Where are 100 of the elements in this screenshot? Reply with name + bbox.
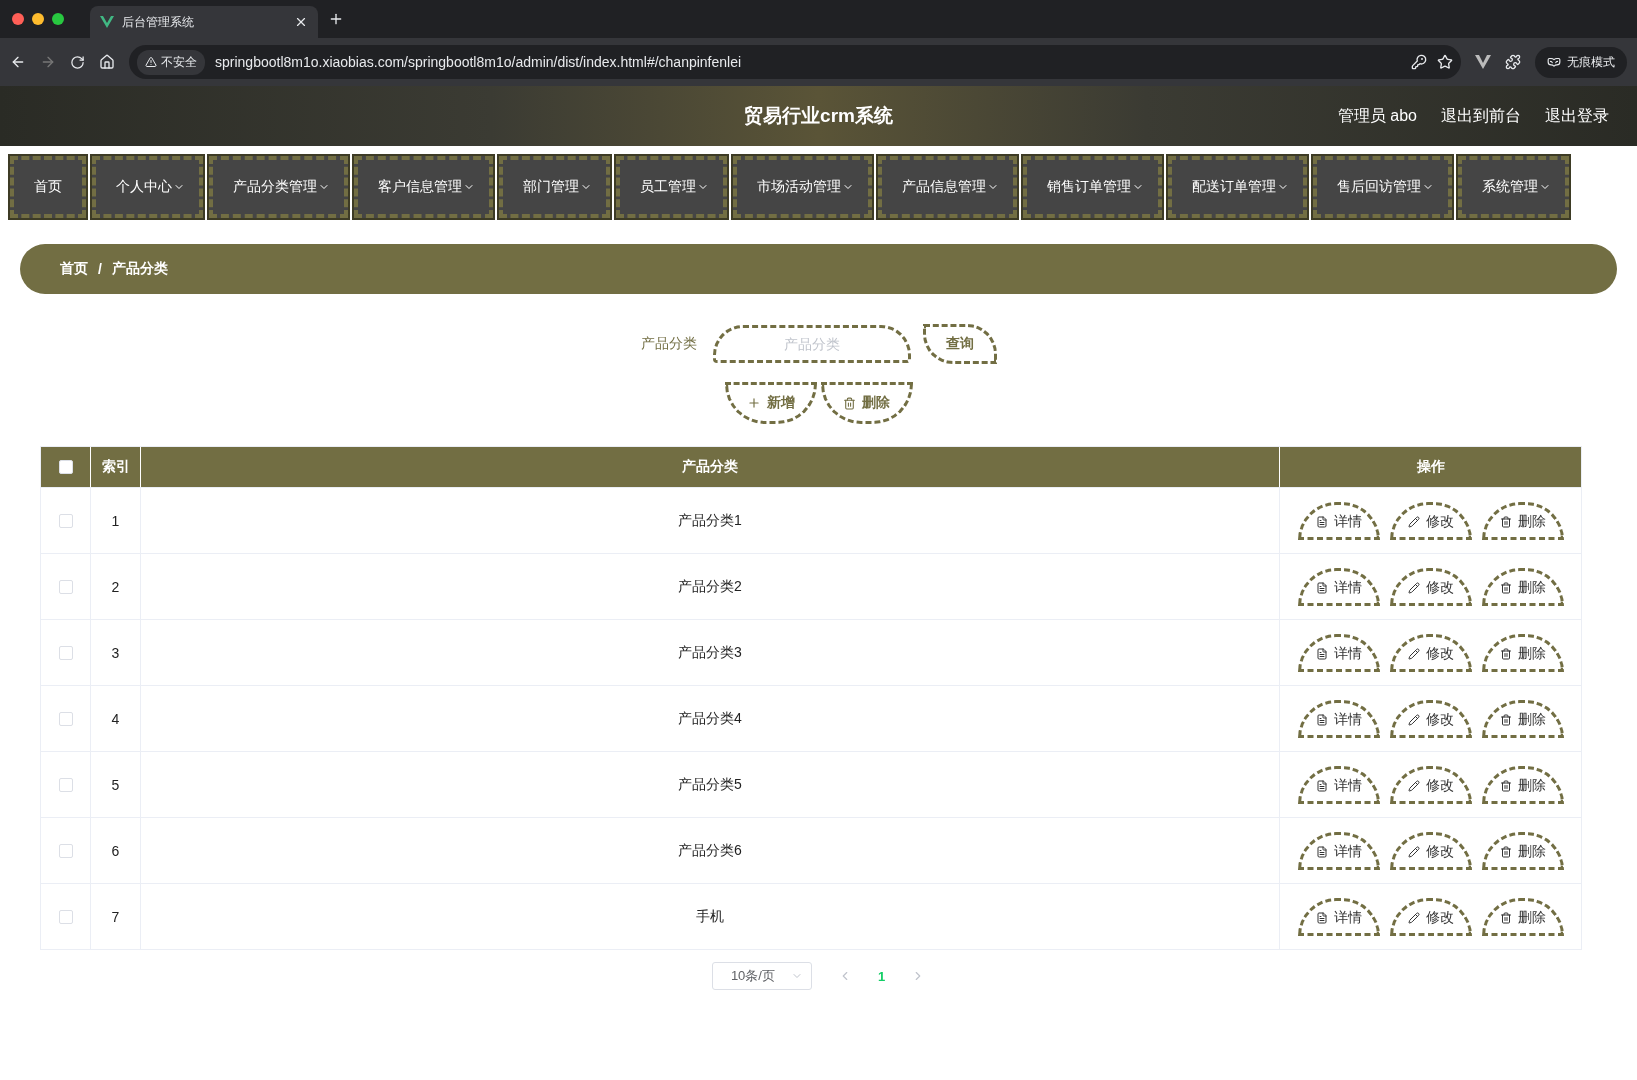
plus-icon bbox=[746, 396, 761, 410]
table-cell: 7 bbox=[91, 884, 141, 949]
row-checkbox[interactable] bbox=[58, 579, 73, 594]
pencil-icon bbox=[1407, 648, 1420, 660]
page-size-select[interactable]: 10条/页 bbox=[711, 962, 812, 990]
pencil-icon bbox=[1407, 582, 1420, 594]
trash-icon bbox=[1499, 516, 1512, 528]
document-icon bbox=[1315, 846, 1328, 858]
nav-menu-item[interactable]: 客户信息管理 bbox=[354, 156, 493, 218]
document-icon bbox=[1315, 780, 1328, 792]
row-action-button[interactable]: 详情 bbox=[1297, 567, 1380, 606]
row-action-button[interactable]: 详情 bbox=[1297, 765, 1380, 804]
trash-icon bbox=[1499, 912, 1512, 924]
add-button[interactable]: 新增 bbox=[724, 382, 817, 424]
star-icon[interactable] bbox=[1437, 54, 1453, 70]
row-action-button[interactable]: 详情 bbox=[1297, 699, 1380, 738]
trash-icon bbox=[1499, 582, 1512, 594]
nav-menu-item[interactable]: 销售订单管理 bbox=[1023, 156, 1162, 218]
row-action-button[interactable]: 修改 bbox=[1389, 699, 1472, 738]
document-icon bbox=[1315, 516, 1328, 528]
trash-icon bbox=[843, 396, 856, 410]
breadcrumb-separator: / bbox=[98, 261, 102, 277]
nav-menu-item[interactable]: 个人中心 bbox=[92, 156, 203, 218]
header-link[interactable]: 管理员 abo bbox=[1337, 105, 1417, 127]
row-checkbox[interactable] bbox=[58, 777, 73, 792]
row-checkbox[interactable] bbox=[58, 645, 73, 660]
header-link[interactable]: 退出登录 bbox=[1545, 105, 1609, 127]
row-action-button[interactable]: 修改 bbox=[1389, 831, 1472, 870]
maximize-window-icon[interactable] bbox=[52, 13, 64, 25]
profile-button[interactable]: 无痕模式 bbox=[1535, 46, 1627, 78]
search-button[interactable]: 查询 bbox=[922, 324, 997, 364]
address-bar[interactable]: 不安全 springbootl8m1o.xiaobias.com/springbootl8m1o/admin/dist/index.html#/chanpinfenlei bbox=[129, 45, 1461, 79]
nav-menu-item[interactable]: 市场活动管理 bbox=[733, 156, 872, 218]
v-logo-icon bbox=[100, 16, 114, 28]
minimize-window-icon[interactable] bbox=[32, 13, 44, 25]
nav-menu-item[interactable]: 售后回访管理 bbox=[1313, 156, 1452, 218]
warning-icon bbox=[145, 56, 157, 68]
row-action-button[interactable]: 删除 bbox=[1481, 699, 1564, 738]
row-action-button[interactable]: 删除 bbox=[1481, 897, 1564, 936]
back-icon[interactable] bbox=[10, 54, 26, 70]
document-icon bbox=[1315, 582, 1328, 594]
document-icon bbox=[1315, 912, 1328, 924]
pencil-icon bbox=[1407, 912, 1420, 924]
row-action-button[interactable]: 删除 bbox=[1481, 567, 1564, 606]
row-action-button[interactable]: 修改 bbox=[1389, 765, 1472, 804]
nav-menu-item[interactable]: 员工管理 bbox=[616, 156, 727, 218]
browser-tab[interactable]: 后台管理系统 bbox=[90, 6, 318, 38]
nav-menu-item[interactable]: 系统管理 bbox=[1458, 156, 1569, 218]
document-icon bbox=[1315, 714, 1328, 726]
row-action-button[interactable]: 删除 bbox=[1481, 765, 1564, 804]
nav-menu-item[interactable]: 配送订单管理 bbox=[1168, 156, 1307, 218]
pencil-icon bbox=[1407, 780, 1420, 792]
security-badge[interactable]: 不安全 bbox=[137, 49, 205, 75]
home-icon[interactable] bbox=[99, 54, 115, 70]
new-tab-icon[interactable] bbox=[328, 11, 344, 27]
row-action-button[interactable]: 修改 bbox=[1389, 897, 1472, 936]
document-icon bbox=[1315, 648, 1328, 660]
trash-icon bbox=[1499, 714, 1512, 726]
pencil-icon bbox=[1407, 714, 1420, 726]
row-action-button[interactable]: 修改 bbox=[1389, 501, 1472, 540]
trash-icon bbox=[1499, 846, 1512, 858]
nav-menu-item[interactable]: 首页 bbox=[10, 156, 86, 218]
pencil-icon bbox=[1407, 846, 1420, 858]
mask-icon bbox=[1547, 55, 1561, 69]
trash-icon bbox=[1499, 648, 1512, 660]
close-tab-icon[interactable] bbox=[294, 15, 308, 29]
site-title: 贸易行业crm系统 bbox=[744, 104, 893, 128]
row-action-button[interactable]: 详情 bbox=[1297, 831, 1380, 870]
breadcrumb-item: 产品分类 bbox=[111, 260, 168, 278]
breadcrumb-item[interactable]: 首页 bbox=[60, 260, 88, 278]
row-checkbox[interactable] bbox=[58, 513, 73, 528]
table-cell: 手机 bbox=[141, 884, 1280, 949]
select-all-checkbox[interactable] bbox=[58, 460, 73, 474]
row-action-button[interactable]: 修改 bbox=[1389, 567, 1472, 606]
row-checkbox[interactable] bbox=[58, 909, 73, 924]
close-window-icon[interactable] bbox=[12, 13, 24, 25]
search-field[interactable]: 产品分类 bbox=[712, 325, 911, 363]
row-action-button[interactable]: 删除 bbox=[1481, 633, 1564, 672]
header-link[interactable]: 退出到前台 bbox=[1441, 105, 1521, 127]
row-action-button[interactable]: 删除 bbox=[1481, 501, 1564, 540]
trash-icon bbox=[1499, 780, 1512, 792]
nav-menu-item[interactable]: 产品分类管理 bbox=[209, 156, 348, 218]
reload-icon[interactable] bbox=[70, 54, 85, 70]
pencil-icon bbox=[1407, 516, 1420, 528]
nav-menu-item[interactable]: 部门管理 bbox=[499, 156, 610, 218]
row-checkbox[interactable] bbox=[58, 843, 73, 858]
search-label: 产品分类 bbox=[640, 335, 697, 353]
row-checkbox[interactable] bbox=[58, 711, 73, 726]
column-header: 操作 bbox=[1415, 457, 1446, 476]
row-action-button[interactable]: 修改 bbox=[1389, 633, 1472, 672]
delete-button[interactable]: 删除 bbox=[820, 382, 913, 424]
row-action-button[interactable]: 详情 bbox=[1297, 897, 1380, 936]
row-action-button[interactable]: 详情 bbox=[1297, 501, 1380, 540]
forward-icon[interactable] bbox=[40, 54, 56, 70]
row-action-button[interactable]: 删除 bbox=[1481, 831, 1564, 870]
key-icon[interactable] bbox=[1411, 54, 1427, 70]
v-logo-icon[interactable] bbox=[1475, 55, 1491, 69]
row-action-button[interactable]: 详情 bbox=[1297, 633, 1380, 672]
extensions-icon[interactable] bbox=[1505, 54, 1521, 70]
nav-menu-item[interactable]: 产品信息管理 bbox=[878, 156, 1017, 218]
